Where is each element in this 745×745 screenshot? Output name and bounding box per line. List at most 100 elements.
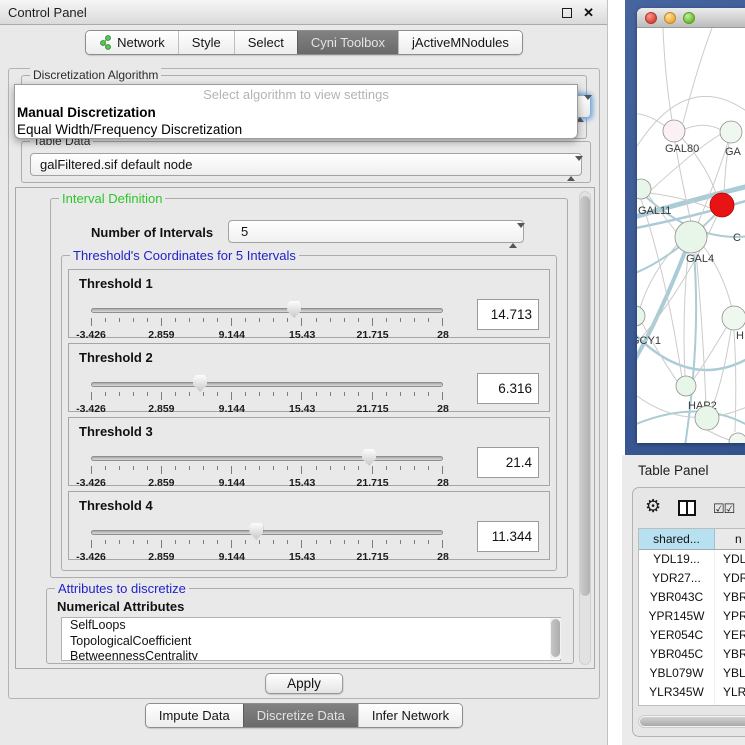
cyni-toolbox-panel: Discretization Algorithm Table Data galF… [8,68,600,699]
slider-handle[interactable] [287,301,301,318]
tab-network[interactable]: Network [86,31,178,54]
network-view-inner: GAL80GACGAL11GAL4GCY1HHAP2 [637,8,745,443]
network-edge[interactable] [684,253,688,376]
slider-track[interactable] [91,456,443,461]
table-panel-region: Table Panel ⚙ ☑☑ shared... n YDL19...YDL… [622,455,745,745]
threshold-value-field[interactable]: 14.713 [477,299,539,330]
threshold-slider[interactable]: -3.4262.8599.14415.4321.71528 [91,374,443,412]
network-edge[interactable] [637,114,665,126]
threshold-value-field[interactable]: 6.316 [477,373,539,404]
checkbox-filter-icons[interactable]: ☑☑ [713,501,734,517]
network-edge[interactable] [642,323,677,381]
slider-handle[interactable] [193,375,207,392]
column-header-shared-name[interactable]: shared... [639,529,715,549]
network-node[interactable] [637,306,645,326]
threshold-slider[interactable]: -3.4262.8599.14415.4321.71528 [91,448,443,486]
float-window-icon[interactable] [562,8,572,18]
network-canvas-svg: GAL80GACGAL11GAL4GCY1HHAP2 [637,28,745,443]
table-row[interactable]: YDR27...YDR2 [639,569,745,588]
threshold-value-field[interactable]: 11.344 [477,521,539,552]
threshold-panel: Threshold 2 -3.4262.8599.14415.4321.71528… [68,343,550,412]
list-item[interactable]: TopologicalCoefficient [62,634,560,650]
dropdown-item-manual-discretization[interactable]: Manual Discretization [15,104,577,121]
numerical-attributes-list[interactable]: SelfLoopsTopologicalCoefficientBetweenne… [61,617,561,661]
number-of-intervals-spinner[interactable]: 5 [228,220,524,243]
threshold-panel: Threshold 3-3.4262.8599.14415.4321.71528… [68,417,550,486]
table-row[interactable]: YER054CYER0 [639,626,745,645]
table-row[interactable]: YBL079WYBL0 [639,664,745,683]
tab-cyni-toolbox[interactable]: Cyni Toolbox [297,31,398,54]
network-node-label: H [736,330,744,342]
close-traffic-light[interactable] [645,12,657,24]
dropdown-item-equal-width-frequency[interactable]: Equal Width/Frequency Discretization [15,121,577,138]
network-edge[interactable] [663,28,672,120]
threshold-label: Threshold 2 [79,350,153,365]
tab-style[interactable]: Style [178,31,234,54]
network-node[interactable] [675,221,707,253]
network-edge[interactable] [685,125,721,130]
network-edge[interactable] [734,330,736,432]
close-icon[interactable]: ✕ [583,0,594,25]
slider-ticks [91,318,443,326]
threshold-slider[interactable]: -3.4262.8599.14415.4321.71528 [91,300,443,338]
network-node[interactable] [663,120,685,142]
panel-title: Control Panel [8,5,87,20]
tab-select[interactable]: Select [234,31,297,54]
network-node[interactable] [720,121,742,143]
network-node[interactable] [676,376,696,396]
number-of-intervals-label: Number of Intervals [91,225,213,240]
slider-track[interactable] [91,308,443,313]
network-node[interactable] [710,193,734,217]
tab-discretize-data[interactable]: Discretize Data [243,704,358,727]
table-row[interactable]: YBR045CYBR0 [639,645,745,664]
column-layout-icon[interactable] [678,500,696,516]
column-header-name[interactable]: n [715,529,745,549]
slider-handle[interactable] [249,523,263,540]
attributes-group-label: Attributes to discretize [55,581,189,596]
network-edge[interactable] [683,28,712,123]
apply-button[interactable]: Apply [265,673,343,694]
network-node-label: GAL4 [686,253,714,265]
network-edge[interactable] [693,328,726,380]
network-node[interactable] [695,406,719,430]
network-node[interactable] [722,306,745,330]
slider-tick-labels: -3.4262.8599.14415.4321.71528 [91,477,443,489]
table-row[interactable]: YLR345WYLR3 [639,683,745,702]
control-panel-titlebar: Control Panel ✕ [0,0,607,25]
list-item[interactable]: SelfLoops [62,618,560,634]
network-window-titlebar [637,8,745,28]
network-node[interactable] [729,433,745,443]
network-edge-highlighted[interactable] [685,254,696,443]
network-edge-highlighted[interactable] [637,326,745,370]
table-data-combobox[interactable]: galFiltered.sif default node [30,153,582,176]
tab-jactivemnodules[interactable]: jActiveMNodules [398,31,522,54]
panel-scrollbar[interactable] [579,191,591,665]
network-edge[interactable] [696,253,706,406]
network-edge[interactable] [707,430,730,440]
table-row[interactable]: YIL052CYIL0 [639,702,745,706]
zoom-traffic-light[interactable] [683,12,695,24]
tab-infer-network[interactable]: Infer Network [358,704,462,727]
threshold-slider[interactable]: -3.4262.8599.14415.4321.71528 [91,522,443,560]
network-canvas[interactable]: GAL80GACGAL11GAL4GCY1HHAP2 [637,28,745,443]
threshold-label: Threshold 1 [79,276,153,291]
threshold-coordinates-group: Threshold's Coordinates for 5 Intervals … [61,255,557,571]
network-node[interactable] [637,179,651,199]
list-scrollbar[interactable] [550,618,561,659]
table-row[interactable]: YBR043CYBR0 [639,588,745,607]
tab-impute-data[interactable]: Impute Data [146,704,243,727]
slider-track[interactable] [91,382,443,387]
table-hscrollbar[interactable] [638,715,745,728]
discretization-algorithm-label: Discretization Algorithm [30,68,161,82]
threshold-value-field[interactable]: 21.4 [477,447,539,478]
table-row[interactable]: YDL19...YDL1 [639,550,745,569]
slider-track[interactable] [91,530,443,535]
interval-definition-group: Interval Definition Number of Intervals … [50,198,568,578]
slider-ticks [91,392,443,400]
table-row[interactable]: YPR145WYPR1 [639,607,745,626]
network-edge-highlighted[interactable] [637,411,745,428]
gear-icon[interactable]: ⚙ [645,497,661,515]
list-item[interactable]: BetweennessCentrality [62,649,560,661]
slider-handle[interactable] [362,449,376,466]
minimize-traffic-light[interactable] [664,12,676,24]
